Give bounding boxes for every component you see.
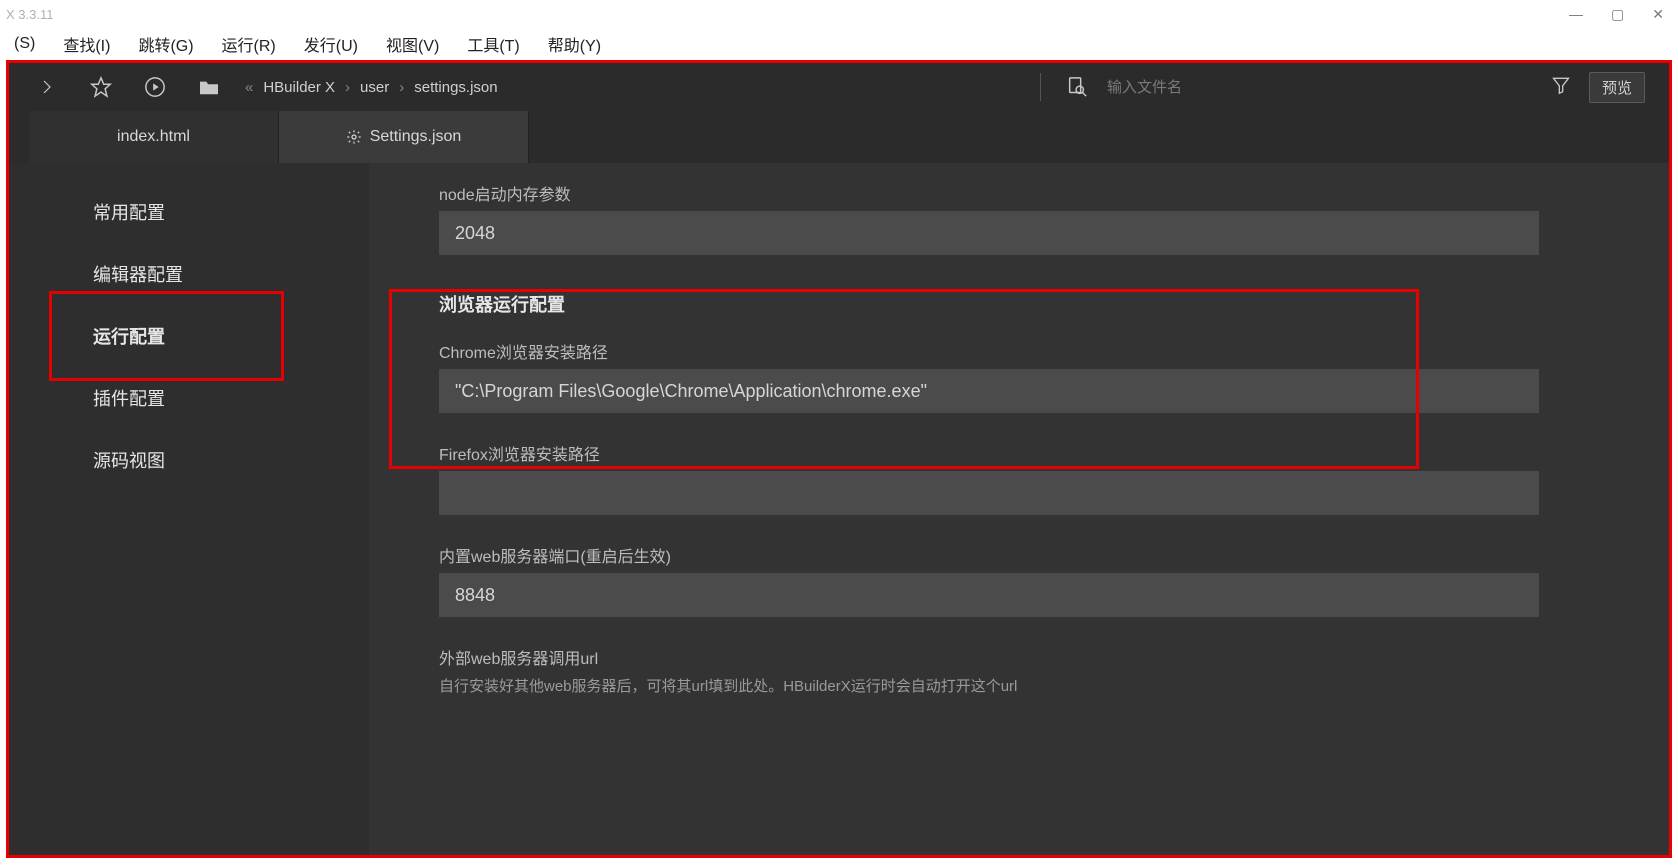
sidebar-item-editor[interactable]: 编辑器配置 xyxy=(9,243,369,305)
settings-sidebar: 常用配置 编辑器配置 运行配置 插件配置 源码视图 xyxy=(9,163,369,855)
settings-content: node启动内存参数 浏览器运行配置 Chrome浏览器安装路径 Firefox… xyxy=(369,163,1669,855)
window-controls: — ▢ ✕ xyxy=(1569,6,1664,23)
search-file-icon[interactable] xyxy=(1065,75,1089,99)
preview-button[interactable]: 预览 xyxy=(1589,72,1645,103)
menu-bar: (S) 查找(I) 跳转(G) 运行(R) 发行(U) 视图(V) 工具(T) … xyxy=(0,28,1678,60)
setting-firefox-path: Firefox浏览器安装路径 xyxy=(439,441,1669,515)
tab-settings-json[interactable]: Settings.json xyxy=(279,111,529,163)
menu-goto[interactable]: 跳转(G) xyxy=(128,28,203,60)
firefox-path-input[interactable] xyxy=(439,471,1539,515)
breadcrumb: « HBuilder X › user › settings.json xyxy=(245,79,498,96)
gear-icon xyxy=(346,129,362,145)
field-label: Firefox浏览器安装路径 xyxy=(439,441,1669,465)
chevron-right-icon: › xyxy=(345,79,350,96)
folder-icon[interactable] xyxy=(195,73,223,101)
chevron-right-icon: › xyxy=(399,79,404,96)
dark-app-area: « HBuilder X › user › settings.json 预览 i… xyxy=(6,60,1672,858)
browser-section: 浏览器运行配置 Chrome浏览器安装路径 xyxy=(439,291,1669,413)
tab-label: index.html xyxy=(117,128,190,146)
setting-web-port: 内置web服务器端口(重启后生效) xyxy=(439,543,1669,617)
minimize-icon[interactable]: — xyxy=(1569,6,1583,23)
file-search-input[interactable] xyxy=(1107,79,1527,96)
field-label: Chrome浏览器安装路径 xyxy=(439,339,1669,363)
menu-publish[interactable]: 发行(U) xyxy=(294,28,368,60)
editor-tabs: index.html Settings.json xyxy=(9,111,1669,163)
vertical-divider xyxy=(1040,73,1041,101)
setting-external-url: 外部web服务器调用url 自行安装好其他web服务器后，可将其url填到此处。… xyxy=(439,645,1669,696)
chevron-left-double-icon[interactable]: « xyxy=(245,79,253,96)
main-area: 常用配置 编辑器配置 运行配置 插件配置 源码视图 node启动内存参数 浏览器… xyxy=(9,163,1669,855)
field-hint: 自行安装好其他web服务器后，可将其url填到此处。HBuilderX运行时会自… xyxy=(439,675,1669,696)
window-titlebar: X 3.3.11 — ▢ ✕ xyxy=(0,0,1678,28)
forward-icon[interactable] xyxy=(33,73,61,101)
web-port-input[interactable] xyxy=(439,573,1539,617)
breadcrumb-mid[interactable]: user xyxy=(360,79,389,96)
field-label: 内置web服务器端口(重启后生效) xyxy=(439,543,1669,567)
close-icon[interactable]: ✕ xyxy=(1652,6,1664,23)
toolbar: « HBuilder X › user › settings.json 预览 xyxy=(9,63,1669,111)
menu-run[interactable]: 运行(R) xyxy=(212,28,286,60)
sidebar-item-plugin[interactable]: 插件配置 xyxy=(9,367,369,429)
section-title: 浏览器运行配置 xyxy=(439,291,1669,317)
tab-index-html[interactable]: index.html xyxy=(29,111,279,163)
menu-help[interactable]: 帮助(Y) xyxy=(538,28,611,60)
app-version: X 3.3.11 xyxy=(6,7,53,22)
filter-icon[interactable] xyxy=(1551,75,1571,100)
chrome-path-input[interactable] xyxy=(439,369,1539,413)
sidebar-item-common[interactable]: 常用配置 xyxy=(9,181,369,243)
star-icon[interactable] xyxy=(87,73,115,101)
sidebar-item-run[interactable]: 运行配置 xyxy=(9,305,369,367)
field-label: 外部web服务器调用url xyxy=(439,645,1669,669)
setting-node-memory: node启动内存参数 xyxy=(439,181,1669,255)
maximize-icon[interactable]: ▢ xyxy=(1611,6,1624,23)
menu-find[interactable]: 查找(I) xyxy=(53,28,120,60)
menu-s[interactable]: (S) xyxy=(4,31,45,57)
breadcrumb-root[interactable]: HBuilder X xyxy=(263,79,335,96)
field-label: node启动内存参数 xyxy=(439,181,1669,205)
tab-label: Settings.json xyxy=(370,128,462,146)
play-circle-icon[interactable] xyxy=(141,73,169,101)
menu-view[interactable]: 视图(V) xyxy=(376,28,449,60)
sidebar-item-source[interactable]: 源码视图 xyxy=(9,429,369,491)
menu-tools[interactable]: 工具(T) xyxy=(457,28,529,60)
node-memory-input[interactable] xyxy=(439,211,1539,255)
breadcrumb-leaf[interactable]: settings.json xyxy=(414,79,497,96)
